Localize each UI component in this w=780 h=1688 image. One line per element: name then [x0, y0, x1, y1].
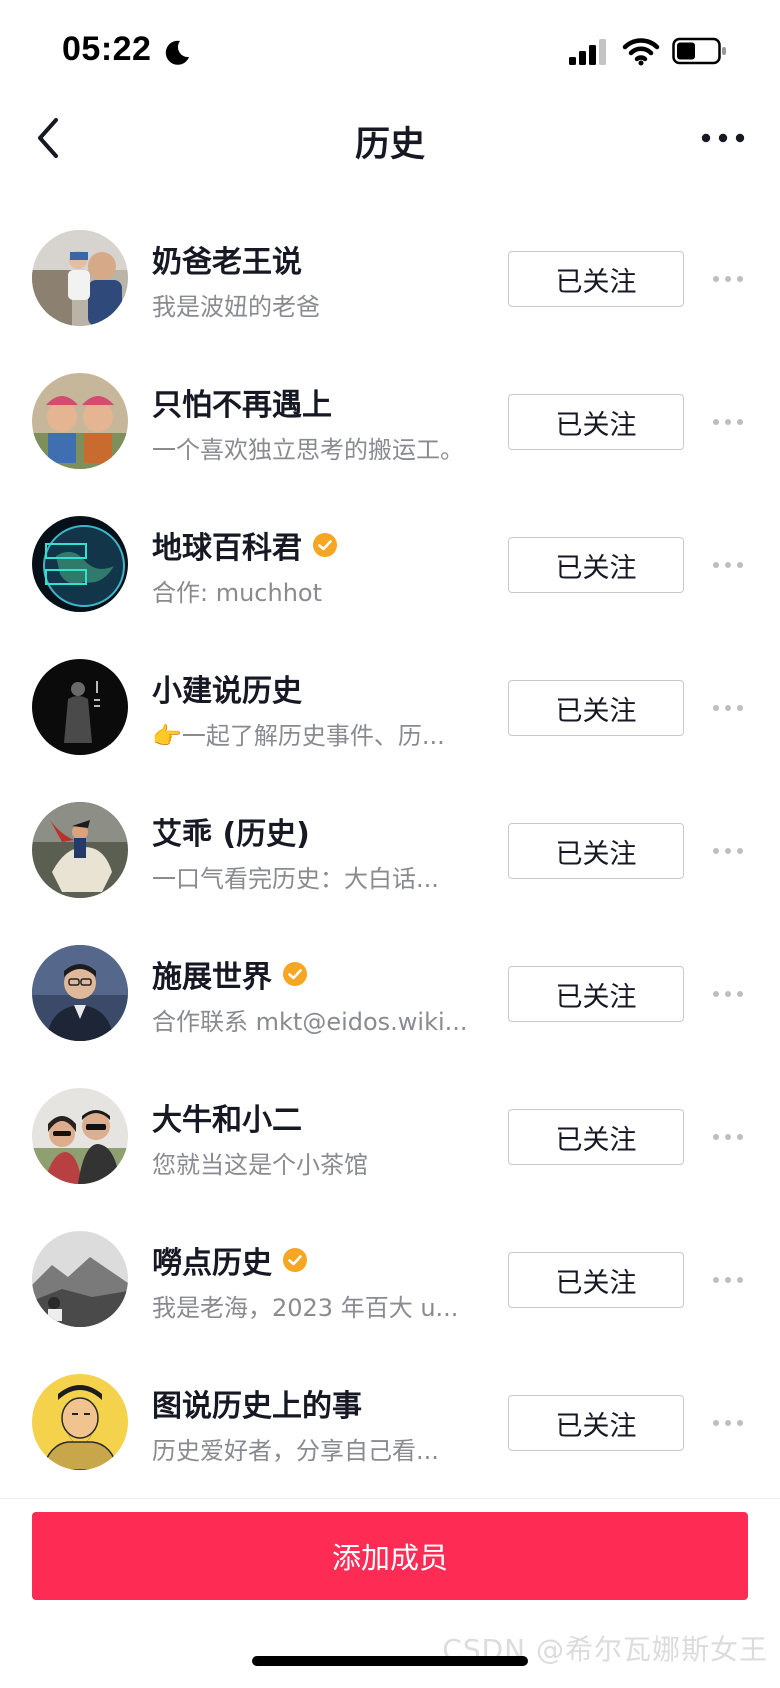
account-bio: 一个喜欢独立思考的搬运工。 — [152, 436, 464, 464]
account-name[interactable]: 小建说历史 — [152, 666, 302, 710]
more-options-icon[interactable] — [698, 118, 748, 158]
avatar[interactable] — [32, 230, 128, 326]
account-bio: 合作联系 mkt@eidos.wiki... — [152, 1008, 468, 1036]
row-more-icon[interactable] — [708, 408, 748, 436]
account-bio: 我是波妞的老爸 — [152, 293, 320, 321]
list-item: 施展世界 合作联系 mkt@eidos.wiki... 已关注 — [0, 920, 780, 1064]
avatar[interactable] — [32, 516, 128, 612]
page-title: 历史 — [354, 125, 425, 165]
row-more-icon[interactable] — [708, 551, 748, 579]
following-button[interactable]: 已关注 — [508, 537, 684, 593]
account-bio: 一口气看完历史：大白话... — [152, 865, 439, 893]
list-item: 大牛和小二 您就当这是个小茶馆 已关注 — [0, 1063, 780, 1207]
account-bio: 您就当这是个小茶馆 — [152, 1151, 368, 1179]
row-more-icon[interactable] — [708, 980, 748, 1008]
account-bio: 历史爱好者，分享自己看... — [152, 1437, 439, 1465]
signal-icon — [569, 39, 606, 65]
avatar[interactable] — [32, 659, 128, 755]
verified-badge-icon — [313, 533, 337, 557]
avatar[interactable] — [32, 1231, 128, 1327]
wifi-icon — [622, 38, 660, 66]
list-item: 地球百科君 合作: muchhot 已关注 — [0, 491, 780, 635]
row-more-icon[interactable] — [708, 837, 748, 865]
list-item: 奶爸老王说 我是波妞的老爸 已关注 — [0, 205, 780, 349]
moon-icon — [165, 40, 189, 65]
list-item: 只怕不再遇上 一个喜欢独立思考的搬运工。 已关注 — [0, 348, 780, 492]
row-more-icon[interactable] — [708, 265, 748, 293]
status-time: 05:22 — [62, 30, 152, 68]
avatar[interactable] — [32, 802, 128, 898]
row-more-icon[interactable] — [708, 694, 748, 722]
account-name[interactable]: 艾乖 (历史) — [152, 809, 310, 853]
account-bio: 我是老海，2023 年百大 u... — [152, 1294, 459, 1322]
status-bar: 05:22 — [0, 0, 780, 100]
account-name[interactable]: 奶爸老王说 — [152, 237, 302, 281]
account-name[interactable]: 大牛和小二 — [152, 1095, 302, 1139]
battery-icon — [672, 37, 726, 65]
account-name[interactable]: 嘮点历史 — [152, 1238, 272, 1282]
list-item: 小建说历史 👉一起了解历史事件、历... 已关注 — [0, 634, 780, 778]
avatar[interactable] — [32, 373, 128, 469]
avatar[interactable] — [32, 1088, 128, 1184]
list-item: 艾乖 (历史) 一口气看完历史：大白话... 已关注 — [0, 777, 780, 921]
following-button[interactable]: 已关注 — [508, 823, 684, 879]
row-more-icon[interactable] — [708, 1409, 748, 1437]
account-name[interactable]: 地球百科君 — [152, 523, 302, 567]
verified-badge-icon — [283, 962, 307, 986]
avatar[interactable] — [32, 945, 128, 1041]
account-name[interactable]: 只怕不再遇上 — [152, 380, 332, 424]
following-button[interactable]: 已关注 — [508, 1252, 684, 1308]
following-button[interactable]: 已关注 — [508, 1109, 684, 1165]
account-name[interactable]: 图说历史上的事 — [152, 1381, 362, 1425]
list-item: 嘮点历史 我是老海，2023 年百大 u... 已关注 — [0, 1206, 780, 1350]
home-indicator[interactable] — [252, 1656, 528, 1666]
avatar[interactable] — [32, 1374, 128, 1470]
following-button[interactable]: 已关注 — [508, 1395, 684, 1451]
following-button[interactable]: 已关注 — [508, 251, 684, 307]
row-more-icon[interactable] — [708, 1266, 748, 1294]
following-button[interactable]: 已关注 — [508, 680, 684, 736]
footer-divider — [0, 1498, 780, 1499]
account-bio: 👉一起了解历史事件、历... — [152, 722, 445, 750]
following-button[interactable]: 已关注 — [508, 966, 684, 1022]
nav-bar: 历史 — [0, 100, 780, 180]
account-bio: 合作: muchhot — [152, 579, 323, 607]
account-name[interactable]: 施展世界 — [152, 952, 272, 996]
following-button[interactable]: 已关注 — [508, 394, 684, 450]
list-item: 图说历史上的事 历史爱好者，分享自己看... 已关注 — [0, 1349, 780, 1493]
verified-badge-icon — [283, 1248, 307, 1272]
add-member-button[interactable]: 添加成员 — [32, 1512, 748, 1600]
row-more-icon[interactable] — [708, 1123, 748, 1151]
